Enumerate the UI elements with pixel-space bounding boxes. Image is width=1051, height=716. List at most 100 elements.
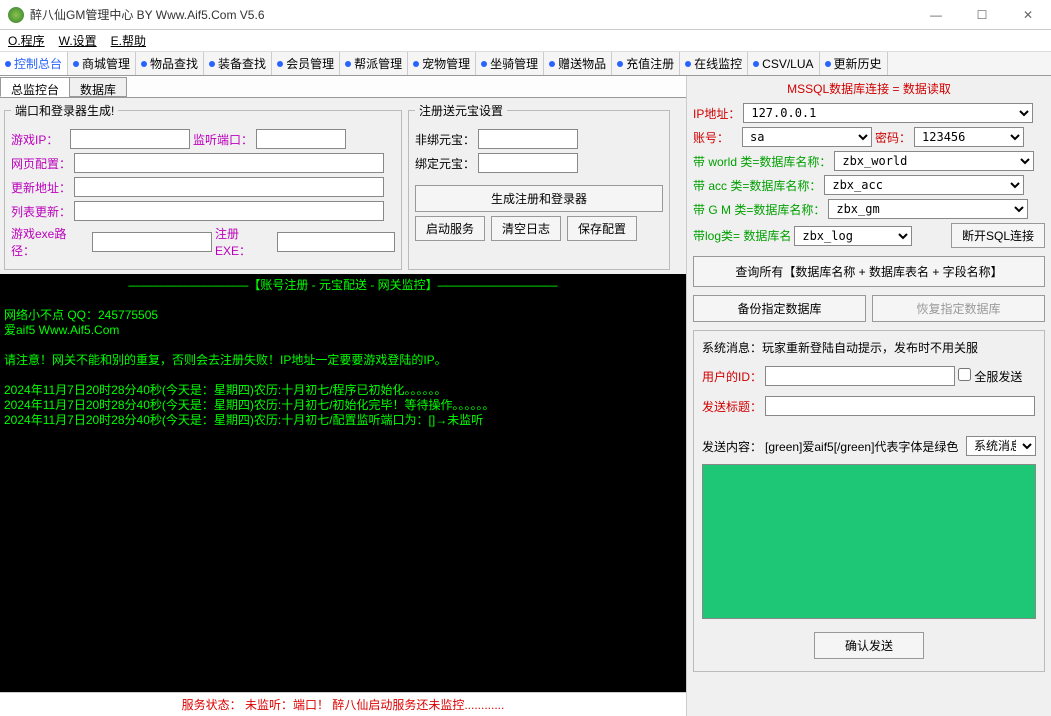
label-log-db: 带log类= 数据库名 bbox=[693, 227, 791, 244]
select-msg-type[interactable]: 系统消息 bbox=[966, 436, 1036, 456]
select-ip[interactable]: 127.0.0.1 bbox=[743, 103, 1033, 123]
input-send-title[interactable] bbox=[765, 396, 1035, 416]
console-log: 2024年11月7日20时28分40秒(今天是：星期四)农历:十月初七/配置监听… bbox=[4, 413, 682, 428]
group-port: 端口和登录器生成! 游戏IP： 监听端口： 网页配置： 更新地址： 列表更新： bbox=[4, 102, 402, 270]
tab-gift[interactable]: 赠送物品 bbox=[544, 52, 612, 75]
btn-generate[interactable]: 生成注册和登录器 bbox=[415, 185, 663, 212]
label-list-update: 列表更新： bbox=[11, 203, 71, 220]
btn-clear-log[interactable]: 清空日志 bbox=[491, 216, 561, 241]
console: ——————————【账号注册 - 元宝配送 - 网关监控】——————————… bbox=[0, 274, 686, 692]
label-reg-exe: 注册EXE： bbox=[215, 225, 274, 259]
select-world-db[interactable]: zbx_world bbox=[834, 151, 1034, 171]
dot-icon bbox=[413, 61, 419, 67]
input-reg-exe[interactable] bbox=[277, 232, 395, 252]
dot-icon bbox=[5, 61, 11, 67]
menu-help[interactable]: E.帮助 bbox=[111, 32, 146, 49]
btn-restore-db: 恢复指定数据库 bbox=[872, 295, 1045, 322]
dot-icon bbox=[825, 61, 831, 67]
btn-start-service[interactable]: 启动服务 bbox=[415, 216, 485, 241]
checkbox-all-label[interactable]: 全服发送 bbox=[958, 368, 1022, 385]
console-log: 2024年11月7日20时28分40秒(今天是：星期四)农历:十月初七/初始化完… bbox=[4, 398, 682, 413]
textarea-content[interactable] bbox=[702, 464, 1036, 619]
dot-icon bbox=[209, 61, 215, 67]
label-user-id: 用户的ID： bbox=[702, 368, 762, 385]
console-line: 爱aif5 Www.Aif5.Com bbox=[4, 323, 682, 338]
label-gm-db: 带 G M 类=数据库名称： bbox=[693, 201, 825, 218]
label-send-content: 发送内容： bbox=[702, 438, 762, 455]
console-log: 2024年11月7日20时28分40秒(今天是：星期四)农历:十月初七/程序已初… bbox=[4, 383, 682, 398]
input-web-cfg[interactable] bbox=[74, 153, 384, 173]
btn-query-all[interactable]: 查询所有【数据库名称 + 数据库表名 + 字段名称】 bbox=[693, 256, 1045, 287]
tab-pet[interactable]: 宠物管理 bbox=[408, 52, 476, 75]
status-line: 服务状态： 未监听：端口！ 醉八仙启动服务还未监控............ bbox=[0, 692, 686, 716]
label-update-addr: 更新地址： bbox=[11, 179, 71, 196]
label-unbound: 非绑元宝： bbox=[415, 131, 475, 148]
content-hint: [green]爱aif5[/green]代表字体是绿色 bbox=[765, 438, 963, 455]
tab-member[interactable]: 会员管理 bbox=[272, 52, 340, 75]
select-password[interactable]: 123456 bbox=[914, 127, 1024, 147]
db-header: MSSQL数据库连接 = 数据读取 bbox=[693, 78, 1045, 99]
label-account: 账号： bbox=[693, 129, 739, 146]
tab-equip-search[interactable]: 装备查找 bbox=[204, 52, 272, 75]
tab-control[interactable]: 控制总台 bbox=[0, 52, 68, 75]
label-ip: IP地址： bbox=[693, 105, 740, 122]
console-line: 网络小不点 QQ：245775505 bbox=[4, 308, 682, 323]
group-port-legend: 端口和登录器生成! bbox=[11, 102, 118, 119]
select-account[interactable]: sa bbox=[742, 127, 872, 147]
close-button[interactable]: ✕ bbox=[1005, 0, 1051, 30]
console-warn: 请注意！网关不能和别的重复，否则会去注册失败！IP地址一定要要游戏登陆的IP。 bbox=[4, 353, 682, 368]
sys-msg-note: 系统消息：玩家重新登陆自动提示，发布时不用关服 bbox=[702, 339, 1036, 356]
tab-csv[interactable]: CSV/LUA bbox=[748, 52, 819, 75]
btn-confirm-send[interactable]: 确认发送 bbox=[814, 632, 924, 659]
btn-backup-db[interactable]: 备份指定数据库 bbox=[693, 295, 866, 322]
titlebar: 醉八仙GM管理中心 BY Www.Aif5.Com V5.6 — ☐ ✕ bbox=[0, 0, 1051, 30]
label-send-title: 发送标题： bbox=[702, 398, 762, 415]
dot-icon bbox=[73, 61, 79, 67]
select-gm-db[interactable]: zbx_gm bbox=[828, 199, 1028, 219]
dot-icon bbox=[345, 61, 351, 67]
dot-icon bbox=[141, 61, 147, 67]
minimize-button[interactable]: — bbox=[913, 0, 959, 30]
tab-item-search[interactable]: 物品查找 bbox=[136, 52, 204, 75]
select-log-db[interactable]: zbx_log bbox=[794, 226, 912, 246]
dot-icon bbox=[481, 61, 487, 67]
btn-save-config[interactable]: 保存配置 bbox=[567, 216, 637, 241]
window-title: 醉八仙GM管理中心 BY Www.Aif5.Com V5.6 bbox=[30, 6, 913, 23]
maximize-button[interactable]: ☐ bbox=[959, 0, 1005, 30]
tab-history[interactable]: 更新历史 bbox=[820, 52, 888, 75]
subtab-monitor[interactable]: 总监控台 bbox=[0, 77, 70, 97]
dot-icon bbox=[549, 61, 555, 67]
input-update-addr[interactable] bbox=[74, 177, 384, 197]
tab-monitor[interactable]: 在线监控 bbox=[680, 52, 748, 75]
input-exe-path[interactable] bbox=[92, 232, 212, 252]
menu-program[interactable]: O.程序 bbox=[8, 32, 45, 49]
tab-recharge[interactable]: 充值注册 bbox=[612, 52, 680, 75]
label-acc-db: 带 acc 类=数据库名称： bbox=[693, 177, 821, 194]
label-bound: 绑定元宝： bbox=[415, 155, 475, 172]
input-listen-port[interactable] bbox=[256, 129, 346, 149]
label-listen-port: 监听端口： bbox=[193, 131, 253, 148]
label-world-db: 带 world 类=数据库名称： bbox=[693, 153, 831, 170]
label-web-cfg: 网页配置： bbox=[11, 155, 71, 172]
sub-tabs: 总监控台 数据库 bbox=[0, 76, 686, 98]
input-user-id[interactable] bbox=[765, 366, 955, 386]
app-icon bbox=[8, 7, 24, 23]
tab-mall[interactable]: 商城管理 bbox=[68, 52, 136, 75]
tab-guild[interactable]: 帮派管理 bbox=[340, 52, 408, 75]
input-list-update[interactable] bbox=[74, 201, 384, 221]
menu-settings[interactable]: W.设置 bbox=[59, 32, 97, 49]
checkbox-all[interactable] bbox=[958, 368, 971, 381]
select-acc-db[interactable]: zbx_acc bbox=[824, 175, 1024, 195]
dot-icon bbox=[753, 61, 759, 67]
btn-disconnect-sql[interactable]: 断开SQL连接 bbox=[951, 223, 1045, 248]
input-unbound[interactable] bbox=[478, 129, 578, 149]
input-bound[interactable] bbox=[478, 153, 578, 173]
subtab-database[interactable]: 数据库 bbox=[69, 77, 127, 97]
group-msg: 系统消息：玩家重新登陆自动提示，发布时不用关服 用户的ID： 全服发送 发送标题… bbox=[693, 330, 1045, 672]
label-password: 密码： bbox=[875, 129, 911, 146]
input-game-ip[interactable] bbox=[70, 129, 190, 149]
tab-mount[interactable]: 坐骑管理 bbox=[476, 52, 544, 75]
dot-icon bbox=[617, 61, 623, 67]
group-reg: 注册送元宝设置 非绑元宝： 绑定元宝： 生成注册和登录器 启动服务 清空日志 保… bbox=[408, 102, 670, 270]
label-game-ip: 游戏IP： bbox=[11, 131, 67, 148]
